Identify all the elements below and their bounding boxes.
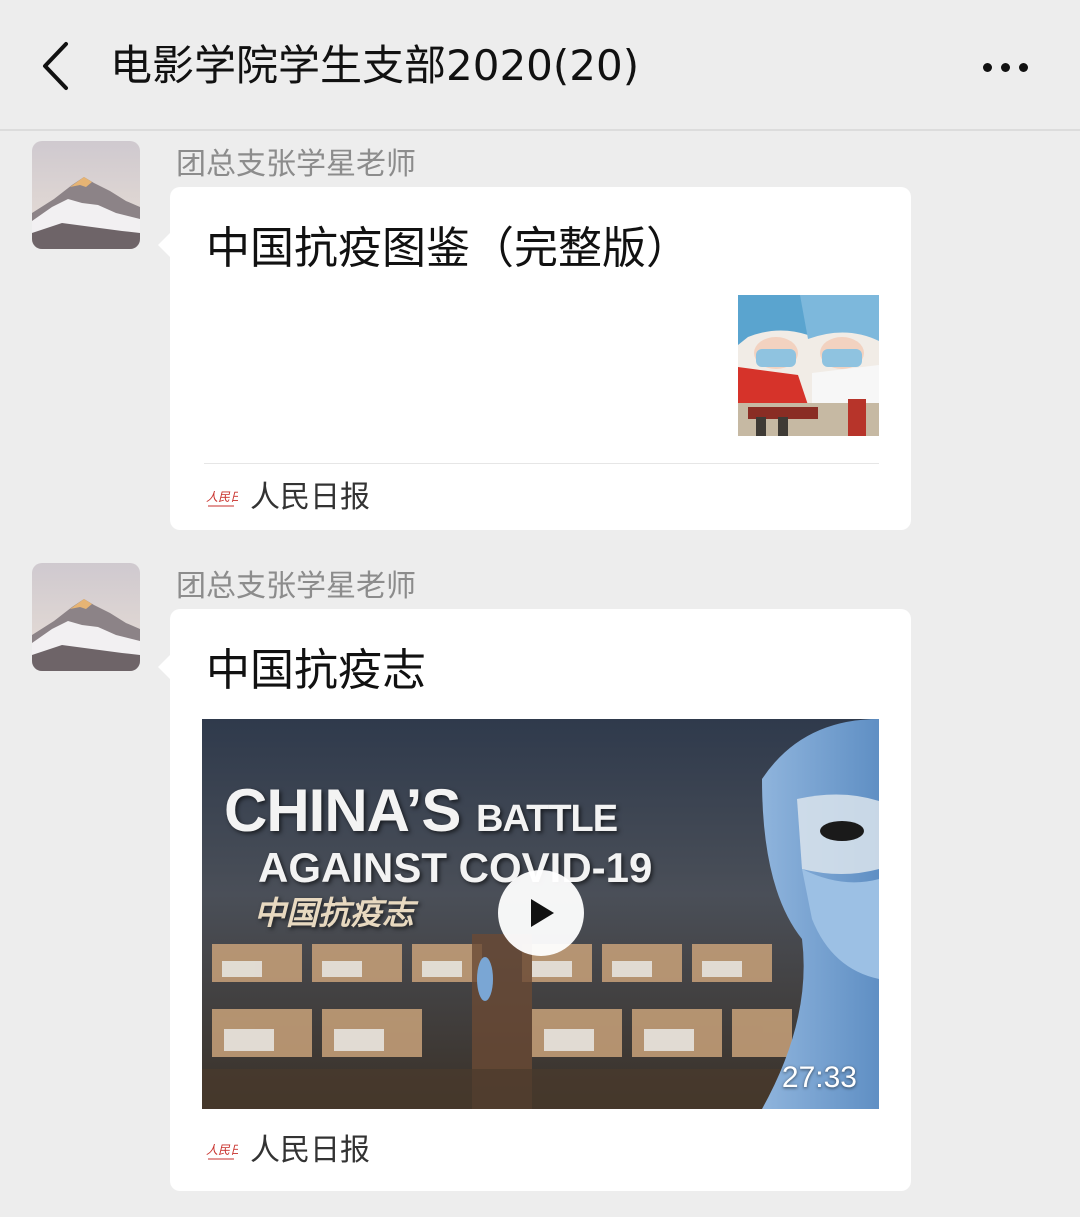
card-divider <box>204 463 879 464</box>
article-title: 中国抗疫图鉴（完整版） <box>206 223 690 274</box>
video-headline-chinese: 中国抗疫志 <box>254 894 415 932</box>
video-headline-line1: CHINA’S <box>224 777 461 844</box>
play-icon <box>531 899 554 927</box>
video-headline: CHINA’S BATTLE AGAINST COVID-19 中国抗疫志 <box>224 781 653 932</box>
chat-title: 电影学院学生支部2020(20) <box>110 41 640 90</box>
article-card[interactable]: 中国抗疫图鉴（完整版） 人民日報 <box>158 187 911 530</box>
video-headline-line2: AGAINST COVID-19 <box>258 844 653 891</box>
avatar[interactable] <box>32 141 140 249</box>
back-button[interactable] <box>30 36 80 96</box>
video-thumbnail[interactable]: CHINA’S BATTLE AGAINST COVID-19 中国抗疫志 27… <box>202 719 879 1109</box>
sender-name: 团总支张学星老师 <box>176 569 416 604</box>
people-daily-logo-icon: 人民日報 <box>206 1143 238 1160</box>
play-button[interactable] <box>498 870 584 956</box>
video-title: 中国抗疫志 <box>206 645 426 696</box>
video-card[interactable]: 中国抗疫志 CHINA’S BATTLE AGAINST COVID-19 中国… <box>158 609 911 1191</box>
chat-message: 团总支张学星老师 中国抗疫图鉴（完整版） 人民 人民日报 <box>0 141 1080 531</box>
source-name: 人民日报 <box>250 1133 370 1168</box>
article-thumbnail <box>738 295 879 436</box>
source-name: 人民日报 <box>250 480 370 515</box>
article-source: 人民日報 人民日报 <box>204 476 370 520</box>
video-duration: 27:33 <box>781 1061 857 1094</box>
chevron-left-icon[interactable] <box>40 41 70 91</box>
chat-header: 电影学院学生支部2020(20) <box>0 0 1080 131</box>
people-daily-logo-icon: 人民日報 <box>206 490 238 507</box>
avatar[interactable] <box>32 563 140 671</box>
chat-message: 团总支张学星老师 中国抗疫志 CHINA’S BATTLE AGAINST CO… <box>0 563 1080 1193</box>
video-source: 人民日報 人民日报 <box>204 1129 370 1173</box>
svg-text:人民日報: 人民日報 <box>206 490 238 504</box>
svg-text:人民日報: 人民日報 <box>206 1143 238 1157</box>
more-dots-icon[interactable] <box>970 44 1040 90</box>
video-headline-line1b: BATTLE <box>476 798 618 840</box>
sender-name: 团总支张学星老师 <box>176 147 416 182</box>
